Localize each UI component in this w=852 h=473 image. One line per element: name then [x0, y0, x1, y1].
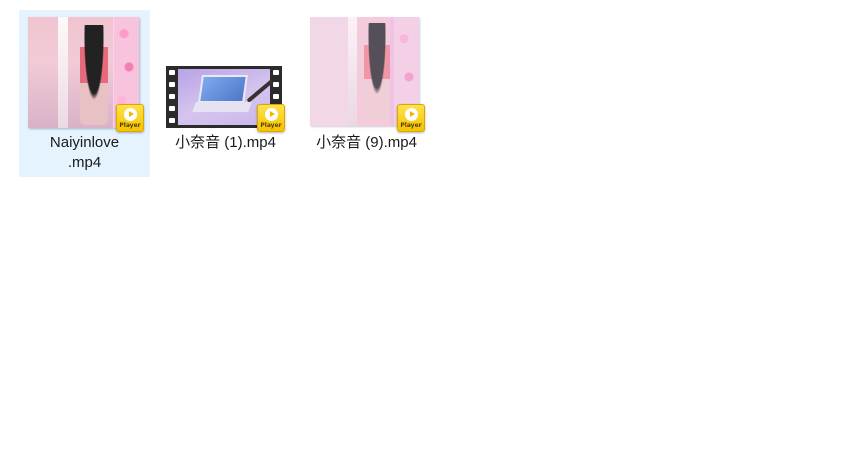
file-item-xiaonaiyin-1[interactable]: Player 小奈音 (1).mp4	[160, 10, 291, 177]
film-sprocket	[169, 70, 175, 75]
player-app-icon: Player	[257, 104, 285, 132]
play-icon	[265, 108, 278, 121]
film-sprocket	[273, 70, 279, 75]
file-name-label: 小奈音 (1).mp4	[175, 134, 276, 151]
film-sprocket	[273, 82, 279, 87]
film-sprocket	[169, 118, 175, 123]
play-icon	[405, 108, 418, 121]
file-name-label: 小奈音 (9).mp4	[316, 134, 417, 151]
player-app-icon: Player	[116, 104, 144, 132]
file-item-xiaonaiyin-9[interactable]: Player 小奈音 (9).mp4	[301, 10, 432, 177]
play-icon	[124, 108, 137, 121]
film-sprocket	[169, 82, 175, 87]
file-explorer-view: Player Naiyinlove .mp4 Player 小奈音 (1).mp…	[0, 0, 852, 473]
file-name-label: Naiyinlove .mp4	[49, 134, 120, 171]
laptop-image	[198, 75, 248, 103]
player-app-icon: Player	[397, 104, 425, 132]
film-sprocket	[169, 94, 175, 99]
file-item-naiyinlove[interactable]: Player Naiyinlove .mp4	[19, 10, 150, 177]
film-sprocket	[169, 106, 175, 111]
film-sprocket	[273, 94, 279, 99]
